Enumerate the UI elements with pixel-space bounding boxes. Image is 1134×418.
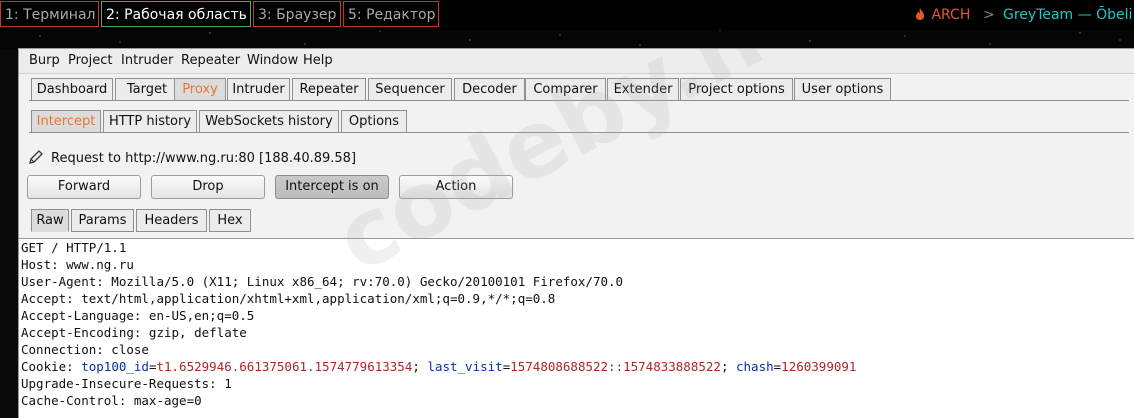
tab-intruder[interactable]: Intruder (227, 78, 290, 101)
header-accept-encoding: Accept-Encoding: gzip, deflate (21, 325, 247, 340)
header-connection: Connection: close (21, 342, 149, 357)
arch-label: ARCH (931, 7, 971, 23)
menu-help[interactable]: Help (303, 49, 333, 73)
status-separator: > (983, 7, 995, 23)
cookie-separator: ; (412, 359, 428, 374)
header-cookie: Cookie: top100_id=t1.6529946.661375061.1… (21, 358, 856, 375)
request-info: Request to http://www.ng.ru:80 [188.40.8… (27, 148, 356, 168)
proxy-tabs-divider (29, 132, 1129, 133)
tab-target[interactable]: Target (115, 78, 179, 101)
tab-comparer[interactable]: Comparer (525, 78, 606, 101)
tab-sequencer[interactable]: Sequencer (368, 78, 452, 101)
header-user-agent: User-Agent: Mozilla/5.0 (X11; Linux x86_… (21, 274, 624, 289)
message-view-tabs: Raw Params Headers Hex (29, 209, 1129, 233)
header-host: Host: www.ng.ru (21, 257, 134, 272)
header-cache-control: Cache-Control: max-age=0 (21, 393, 202, 408)
menu-intruder[interactable]: Intruder (121, 49, 173, 73)
request-line: GET / HTTP/1.1 (21, 240, 127, 255)
forward-button[interactable]: Forward (27, 175, 141, 199)
cookie-name-last-visit: last_visit (427, 359, 503, 374)
burp-window: Burp Project Intruder Repeater Window He… (18, 48, 1134, 418)
cookie-prefix: Cookie: (21, 359, 82, 374)
tab-extender[interactable]: Extender (607, 78, 679, 101)
tab-repeater[interactable]: Repeater (292, 78, 366, 101)
workspace-1[interactable]: 1: Терминал (0, 1, 99, 27)
cookie-separator: ; (720, 359, 736, 374)
cookie-name-chash: chash (736, 359, 774, 374)
request-target: Request to http://www.ng.ru:80 [188.40.8… (51, 151, 357, 166)
workspace-5[interactable]: 5: Редактор (343, 1, 439, 27)
tab-hex[interactable]: Hex (209, 209, 251, 232)
arch-status: ARCH (913, 0, 970, 30)
menu-project[interactable]: Project (68, 49, 112, 73)
menu-window[interactable]: Window (247, 49, 298, 73)
intercept-toggle-button[interactable]: Intercept is on (275, 175, 389, 199)
menubar: Burp Project Intruder Repeater Window He… (19, 49, 1134, 74)
cookie-value-chash: 1260399091 (781, 359, 857, 374)
team-label: GreyTeam — Ōbeli (1003, 7, 1133, 23)
request-editor[interactable]: GET / HTTP/1.1 Host: www.ng.ru User-Agen… (19, 238, 1134, 418)
pencil-icon (27, 148, 45, 166)
tab-decoder[interactable]: Decoder (454, 78, 525, 101)
cookie-value-last-visit: 1574808688522::1574833888522 (510, 359, 721, 374)
tab-user-options[interactable]: User options (794, 78, 891, 101)
workspace-2[interactable]: 2: Рабочая область (101, 1, 251, 27)
tab-headers[interactable]: Headers (136, 209, 207, 232)
menu-burp[interactable]: Burp (29, 49, 60, 73)
arch-flame-icon (913, 7, 931, 23)
tab-websockets-history[interactable]: WebSockets history (199, 110, 339, 133)
action-button[interactable]: Action (399, 175, 513, 199)
tab-dashboard[interactable]: Dashboard (31, 78, 113, 101)
proxy-tabs: Intercept HTTP history WebSockets histor… (29, 110, 1129, 134)
main-tabs-divider (29, 100, 1129, 101)
tab-params[interactable]: Params (71, 209, 134, 232)
cookie-name-top100-id: top100_id (81, 359, 149, 374)
tab-options[interactable]: Options (341, 110, 407, 133)
workspace-3[interactable]: 3: Браузер (253, 1, 341, 27)
header-upgrade-insecure-requests: Upgrade-Insecure-Requests: 1 (21, 376, 232, 391)
menu-repeater[interactable]: Repeater (181, 49, 240, 73)
header-accept: Accept: text/html,application/xhtml+xml,… (21, 291, 556, 306)
tab-project-options[interactable]: Project options (680, 78, 793, 101)
header-accept-language: Accept-Language: en-US,en;q=0.5 (21, 308, 255, 323)
cookie-value-top100-id: t1.6529946.661375061.1574779613354 (156, 359, 413, 374)
main-tabs: Dashboard Target Proxy Intruder Repeater… (29, 78, 1129, 102)
tab-http-history[interactable]: HTTP history (103, 110, 197, 133)
tab-proxy[interactable]: Proxy (174, 78, 226, 101)
tab-intercept[interactable]: Intercept (31, 110, 101, 133)
tab-raw[interactable]: Raw (31, 209, 69, 232)
drop-button[interactable]: Drop (151, 175, 265, 199)
top-panel: 1: Терминал 2: Рабочая область 3: Браузе… (0, 0, 1134, 30)
